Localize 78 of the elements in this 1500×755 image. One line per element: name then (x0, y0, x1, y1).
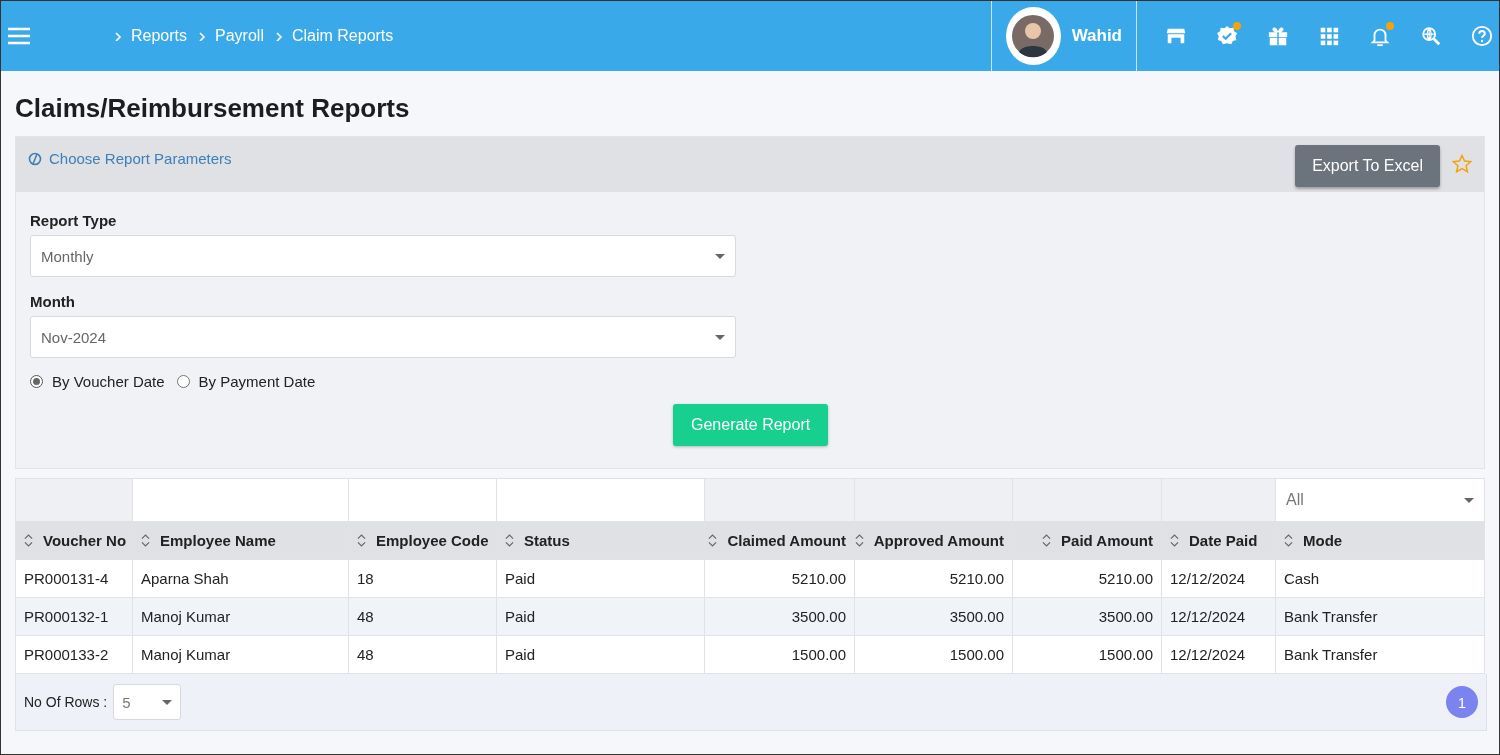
verified-badge-button[interactable] (1216, 25, 1238, 47)
table-cell: 3500.00 (854, 597, 1013, 636)
export-excel-button[interactable]: Export To Excel (1295, 145, 1440, 187)
chevron-icon (113, 31, 123, 41)
table-cell: 12/12/2024 (1161, 559, 1276, 598)
caret-down-icon (715, 334, 725, 340)
table-cell: 5210.00 (704, 559, 855, 598)
verified-badge-icon (1216, 25, 1238, 47)
rows-label: No Of Rows : (24, 694, 108, 710)
column-header[interactable]: Mode (1303, 532, 1343, 549)
dropdown-value: Nov-2024 (41, 328, 107, 346)
bell-button[interactable] (1369, 25, 1391, 47)
sort-icon (854, 534, 864, 547)
apps-grid-button[interactable] (1318, 25, 1340, 47)
help-icon (1471, 25, 1493, 47)
dropdown-value: Monthly (41, 247, 94, 265)
caret-down-icon (1464, 497, 1474, 503)
apps-grid-icon (1318, 25, 1340, 47)
sort-icon (505, 534, 514, 547)
table-cell: PR000131-4 (15, 559, 133, 598)
gift-icon (1267, 25, 1289, 47)
table-cell: 18 (348, 559, 497, 598)
table-cell: PR000132-1 (15, 597, 133, 636)
caret-down-icon (162, 699, 173, 705)
table-cell: 48 (348, 597, 497, 636)
sort-icon (708, 534, 718, 547)
table-cell: Bank Transfer (1275, 597, 1485, 636)
table-cell: Paid (496, 635, 705, 674)
page-title: Claims/Reimbursement Reports (15, 93, 410, 124)
sort-icon (141, 534, 150, 547)
dropdown-field[interactable]: Nov-2024 (30, 316, 736, 358)
radio-option[interactable]: By Payment Date (176, 373, 316, 390)
dropdown-field[interactable]: Monthly (30, 235, 736, 277)
field-label: Month (30, 293, 76, 310)
gift-button[interactable] (1267, 25, 1289, 47)
table-cell: Aparna Shah (132, 559, 349, 598)
table-cell: Bank Transfer (1275, 635, 1485, 674)
table-cell: 1500.00 (1012, 635, 1162, 674)
radio-option[interactable]: By Voucher Date (30, 373, 165, 390)
column-header[interactable]: Status (524, 532, 570, 549)
table-cell: 3500.00 (704, 597, 855, 636)
toggle-parameters-link[interactable]: Choose Report Parameters (28, 150, 232, 167)
filter-circle-icon (28, 151, 42, 166)
sort-icon (24, 534, 33, 547)
table-cell: Manoj Kumar (132, 635, 349, 674)
sort-icon (1170, 534, 1179, 547)
table-cell: 3500.00 (1012, 597, 1162, 636)
person-silhouette-icon (1011, 14, 1056, 58)
table-cell: 5210.00 (854, 559, 1013, 598)
star-icon (1452, 154, 1472, 174)
sort-icon (357, 534, 366, 547)
sort-icon (1284, 534, 1293, 547)
avatar[interactable] (1006, 7, 1061, 65)
chevron-icon (273, 31, 284, 41)
globe-search-button[interactable] (1420, 25, 1442, 47)
table-cell: 12/12/2024 (1161, 635, 1276, 674)
chevron-icon (197, 31, 208, 41)
sort-icon (1042, 534, 1052, 547)
caret-down-icon (715, 253, 725, 259)
dropdown-value: All (1286, 491, 1304, 509)
table-cell: 12/12/2024 (1161, 597, 1276, 636)
filter-dropdown[interactable]: All (1276, 479, 1484, 521)
table-cell: Cash (1275, 559, 1485, 598)
favorite-button[interactable] (1452, 154, 1472, 174)
table-cell: Paid (496, 559, 705, 598)
table-cell: 5210.00 (1012, 559, 1162, 598)
table-cell: PR000133-2 (15, 635, 133, 674)
rows-dropdown[interactable]: 5 (113, 684, 182, 720)
globe-search-icon (1420, 25, 1442, 47)
page-button[interactable]: 1 (1446, 686, 1478, 718)
table-cell: Manoj Kumar (132, 597, 349, 636)
field-label: Report Type (30, 212, 118, 229)
table-cell: 48 (348, 635, 497, 674)
table-cell: Paid (496, 597, 705, 636)
dropdown-value: 5 (122, 693, 131, 711)
help-button[interactable] (1471, 25, 1493, 47)
table-cell: 1500.00 (854, 635, 1013, 674)
table-cell: 1500.00 (704, 635, 855, 674)
